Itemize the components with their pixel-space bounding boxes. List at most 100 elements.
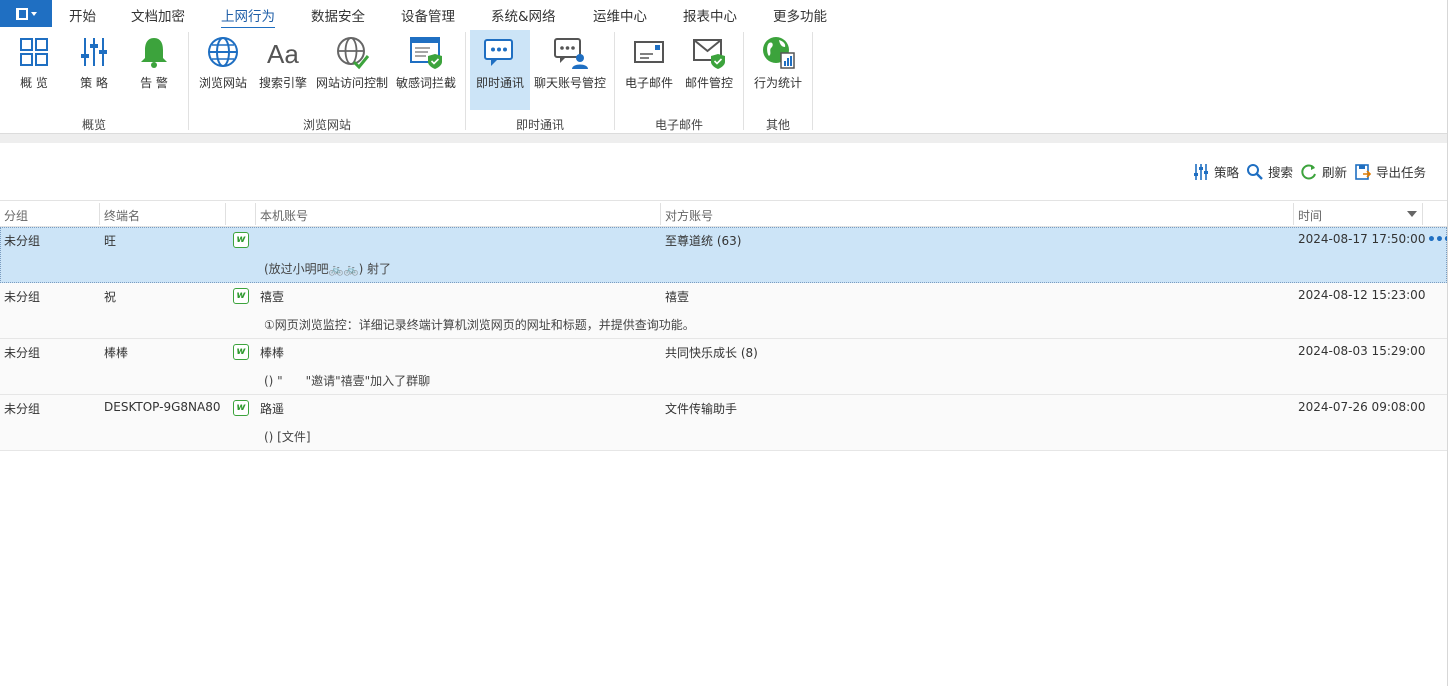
search-icon	[1247, 163, 1263, 180]
app-menu-button[interactable]	[0, 0, 52, 27]
column-resize-handle[interactable]	[660, 203, 661, 225]
alert-button[interactable]: 告 警	[132, 30, 176, 110]
wechat-work-icon: w	[233, 400, 249, 416]
ribbon: 概 览 策 略 告 警 概览 浏览网站 Aa 搜索引擎 网站访问控制 敏感词拦截…	[0, 28, 1450, 134]
cell-local-account: 禧壹	[260, 290, 285, 304]
menu-item-more[interactable]: 更多功能	[773, 5, 827, 25]
group-separator	[465, 32, 466, 130]
instant-messaging-label: 即时通讯	[475, 76, 524, 90]
cell-peer-account: 至尊道统 (63)	[665, 234, 742, 248]
policy-label: 策 略	[80, 76, 108, 90]
export-task-label: 导出任务	[1376, 165, 1427, 180]
alert-bell-icon	[141, 38, 167, 68]
group-separator	[614, 32, 615, 130]
behavior-stats-button[interactable]: 行为统计	[751, 30, 805, 110]
column-header-group[interactable]: 分组	[4, 207, 28, 224]
cell-time: 2024-08-17 17:50:00	[1298, 232, 1426, 246]
cell-message: (放过小明吧🚲🚲) 射了	[264, 262, 392, 276]
refresh-tool-button[interactable]: 刷新	[1300, 162, 1347, 181]
site-access-control-label: 网站访问控制	[315, 76, 388, 90]
instant-messaging-button[interactable]: 即时通讯	[470, 30, 530, 110]
chat-bubble-icon	[484, 39, 513, 66]
search-tool-button[interactable]: 搜索	[1246, 162, 1293, 181]
sensitive-word-block-label: 敏感词拦截	[395, 76, 456, 90]
chat-account-control-button[interactable]: 聊天账号管控	[532, 30, 608, 110]
menu-item-report-center[interactable]: 报表中心	[683, 5, 737, 25]
svg-text:Aa: Aa	[267, 39, 299, 69]
email-control-button[interactable]: 邮件管控	[682, 30, 736, 110]
cell-peer-account: 禧壹	[665, 290, 690, 304]
search-tool-label: 搜索	[1268, 165, 1294, 180]
cell-peer-account: 文件传输助手	[665, 402, 738, 416]
cell-group: 未分组	[4, 290, 41, 304]
wechat-work-icon: w	[233, 232, 249, 248]
export-icon	[1355, 163, 1372, 180]
site-access-control-button[interactable]: 网站访问控制	[314, 30, 390, 110]
policy-sliders-icon	[1194, 163, 1208, 180]
cell-group: 未分组	[4, 234, 41, 248]
export-task-button[interactable]: 导出任务	[1354, 162, 1426, 181]
column-header-peer-account[interactable]: 对方账号	[665, 207, 713, 224]
group-label-im: 即时通讯	[516, 118, 565, 132]
menu-item-device-management[interactable]: 设备管理	[401, 5, 455, 25]
policy-tool-button[interactable]: 策略	[1192, 162, 1239, 181]
wechat-work-icon: w	[233, 288, 249, 304]
group-label-other: 其他	[766, 118, 791, 132]
column-resize-handle[interactable]	[99, 203, 100, 225]
column-header-terminal[interactable]: 终端名	[104, 207, 140, 224]
app-menu-icon	[15, 7, 28, 20]
search-engine-button[interactable]: Aa 搜索引擎	[256, 30, 310, 110]
email-button[interactable]: 电子邮件	[621, 30, 677, 110]
group-separator	[188, 32, 189, 130]
sensitive-word-block-button[interactable]: 敏感词拦截	[394, 30, 458, 110]
email-icon	[634, 41, 664, 63]
search-engine-label: 搜索引擎	[258, 76, 307, 90]
column-resize-handle[interactable]	[1293, 203, 1294, 225]
table-row[interactable]: 未分组 旺 w 至尊道统 (63) 2024-08-17 17:50:00 ••…	[0, 227, 1450, 283]
table-row[interactable]: 未分组 棒棒 w 棒棒 共同快乐成长 (8) 2024-08-03 15:29:…	[0, 339, 1447, 395]
cell-message: ①网页浏览监控：详细记录终端计算机浏览网页的网址和标题，并提供查询功能。	[264, 318, 695, 332]
email-control-label: 邮件管控	[684, 76, 733, 90]
menu-bar: 开始 文档加密 上网行为 数据安全 设备管理 系统&网络 运维中心 报表中心 更…	[0, 0, 1450, 29]
column-header-time[interactable]: 时间	[1298, 207, 1322, 224]
chat-account-control-label: 聊天账号管控	[533, 76, 606, 90]
menu-item-web-behavior[interactable]: 上网行为	[221, 5, 275, 29]
cell-time: 2024-07-26 09:08:00	[1298, 400, 1426, 414]
cell-time: 2024-08-03 15:29:00	[1298, 344, 1426, 358]
refresh-icon	[1301, 163, 1316, 179]
sort-desc-icon[interactable]	[1407, 211, 1417, 217]
group-label-browse: 浏览网站	[303, 118, 352, 132]
menu-item-system-network[interactable]: 系统&网络	[491, 5, 556, 25]
cell-local-account: 棒棒	[260, 346, 285, 360]
policy-tool-label: 策略	[1214, 165, 1240, 180]
menu-item-data-security[interactable]: 数据安全	[311, 5, 365, 25]
column-resize-handle[interactable]	[255, 203, 256, 225]
cell-group: 未分组	[4, 346, 41, 360]
window-shield-icon	[410, 37, 442, 69]
menu-item-ops-center[interactable]: 运维中心	[593, 5, 647, 25]
menu-item-doc-encrypt[interactable]: 文档加密	[131, 5, 185, 25]
table-row[interactable]: 未分组 祝 w 禧壹 禧壹 2024-08-12 15:23:00 ①网页浏览监…	[0, 283, 1447, 339]
ribbon-bottom-strip	[0, 134, 1450, 143]
cell-terminal: 旺	[104, 234, 117, 248]
chat-user-icon	[554, 38, 588, 69]
cell-terminal: DESKTOP-9G8NA80	[104, 400, 221, 414]
globe-check-icon	[337, 37, 370, 70]
email-shield-icon	[693, 39, 725, 69]
table-row[interactable]: 未分组 DESKTOP-9G8NA80 w 路遥 文件传输助手 2024-07-…	[0, 395, 1447, 451]
column-header-local-account[interactable]: 本机账号	[260, 207, 308, 224]
cell-local-account: 路遥	[260, 402, 285, 416]
column-resize-handle[interactable]	[225, 203, 226, 225]
cell-peer-account: 共同快乐成长 (8)	[665, 346, 758, 360]
column-resize-handle[interactable]	[1422, 203, 1423, 225]
email-label: 电子邮件	[624, 76, 673, 90]
alert-label: 告 警	[140, 76, 168, 90]
chevron-down-icon	[30, 11, 37, 16]
cell-message: () [文件]	[264, 430, 311, 444]
policy-button[interactable]: 策 略	[72, 30, 116, 110]
overview-button[interactable]: 概 览	[12, 30, 56, 110]
menu-item-start[interactable]: 开始	[69, 5, 96, 25]
refresh-tool-label: 刷新	[1322, 165, 1348, 180]
browse-sites-button[interactable]: 浏览网站	[196, 30, 250, 110]
wechat-work-icon: w	[233, 344, 249, 360]
